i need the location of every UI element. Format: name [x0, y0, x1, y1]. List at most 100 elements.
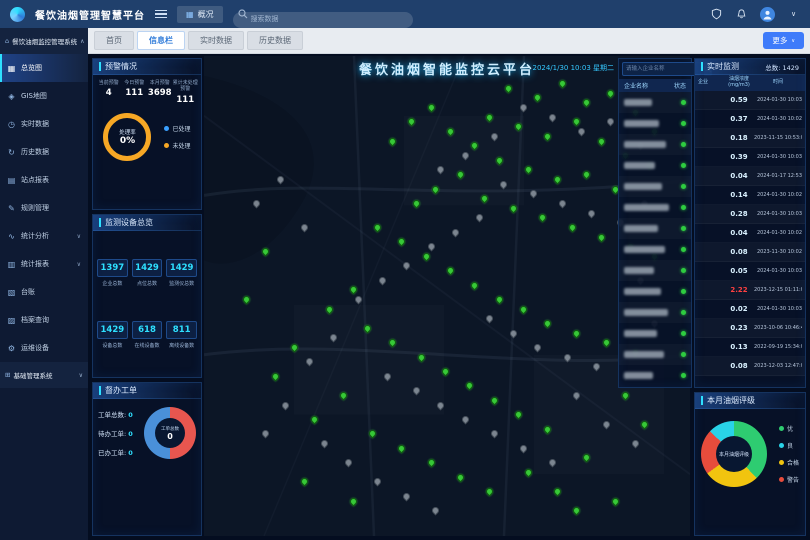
map-pin-online[interactable] — [606, 88, 616, 98]
map-pin-online[interactable] — [596, 232, 606, 242]
map-pin-online[interactable] — [523, 165, 533, 175]
map-pin-offline[interactable] — [557, 199, 567, 209]
map-pin-online[interactable] — [426, 458, 436, 468]
map-pin-offline[interactable] — [489, 131, 499, 141]
company-list-item[interactable] — [619, 260, 691, 281]
hamburger-menu-icon[interactable] — [155, 10, 167, 19]
map-pin-offline[interactable] — [251, 199, 261, 209]
map-pin-online[interactable] — [572, 506, 582, 516]
map-pin-online[interactable] — [543, 424, 553, 434]
realtime-row[interactable]: 0.142024-01-30 10:02 — [695, 186, 805, 205]
realtime-row[interactable]: 0.372024-01-30 10:02 — [695, 110, 805, 129]
map-pin-online[interactable] — [494, 155, 504, 165]
map-pin-offline[interactable] — [518, 443, 528, 453]
map-pin-offline[interactable] — [402, 261, 412, 271]
tab-信息栏[interactable]: 信息栏 — [137, 31, 185, 50]
realtime-row[interactable]: 0.282024-01-30 10:03 — [695, 205, 805, 224]
map-pin-online[interactable] — [446, 266, 456, 276]
sidebar-item-analysis[interactable]: ∿统计分析∨ — [0, 222, 88, 250]
sidebar-item-gis[interactable]: ◈GIS地图 — [0, 82, 88, 110]
map-pin-online[interactable] — [339, 391, 349, 401]
company-list-item[interactable] — [619, 218, 691, 239]
map-pin-online[interactable] — [470, 280, 480, 290]
map-pin-online[interactable] — [368, 429, 378, 439]
company-list-item[interactable] — [619, 134, 691, 155]
realtime-row[interactable]: 0.082023-12-03 12:47:03 — [695, 357, 805, 376]
map-pin-online[interactable] — [596, 136, 606, 146]
map-pin-online[interactable] — [611, 496, 621, 506]
map-pin-online[interactable] — [504, 83, 514, 93]
more-button[interactable]: 更多 ∨ — [763, 32, 804, 49]
map-pin-offline[interactable] — [509, 328, 519, 338]
map-pin-offline[interactable] — [436, 165, 446, 175]
realtime-row[interactable]: 0.132022-09-19 15:34:03 — [695, 338, 805, 357]
realtime-row[interactable]: 0.022024-01-30 10:03 — [695, 300, 805, 319]
map-pin-online[interactable] — [494, 295, 504, 305]
realtime-row[interactable]: 2.222023-12-15 01:11:00 — [695, 281, 805, 300]
map-pin-online[interactable] — [543, 131, 553, 141]
nav-chip-overview[interactable]: ▦ 概况 — [177, 6, 223, 23]
map-pin-online[interactable] — [567, 223, 577, 233]
map-pin-online[interactable] — [446, 127, 456, 137]
map-pin-online[interactable] — [441, 367, 451, 377]
company-search-input[interactable] — [622, 62, 701, 76]
realtime-row[interactable]: 0.232023-10-06 10:46:43 — [695, 319, 805, 338]
sidebar-item-overview[interactable]: ▦总览图 — [0, 54, 88, 82]
realtime-row[interactable]: 0.182023-11-15 10:53:08 — [695, 129, 805, 148]
map-pin-online[interactable] — [621, 391, 631, 401]
map-pin-online[interactable] — [480, 194, 490, 204]
map-pin-offline[interactable] — [499, 179, 509, 189]
map-pin-online[interactable] — [523, 467, 533, 477]
company-list-item[interactable] — [619, 302, 691, 323]
map-pin-offline[interactable] — [601, 419, 611, 429]
tab-实时数据[interactable]: 实时数据 — [188, 31, 244, 50]
map-pin-online[interactable] — [271, 371, 281, 381]
company-list-item[interactable] — [619, 365, 691, 386]
map-pin-online[interactable] — [509, 203, 519, 213]
map-pin-online[interactable] — [387, 136, 397, 146]
map-pin-online[interactable] — [397, 443, 407, 453]
sidebar-item-ledger[interactable]: ▧台账 — [0, 278, 88, 306]
map-pin-offline[interactable] — [378, 275, 388, 285]
sidebar-item-archive[interactable]: ▨档案查询 — [0, 306, 88, 334]
map-pin-offline[interactable] — [300, 223, 310, 233]
sidebar-item-site-report[interactable]: ▤站点报表 — [0, 166, 88, 194]
map-pin-offline[interactable] — [343, 458, 353, 468]
map-pin-online[interactable] — [601, 338, 611, 348]
map-pin-online[interactable] — [241, 295, 251, 305]
map-pin-offline[interactable] — [402, 491, 412, 501]
shield-icon[interactable] — [710, 8, 723, 21]
map-pin-online[interactable] — [552, 487, 562, 497]
map-pin-offline[interactable] — [489, 429, 499, 439]
map-pin-online[interactable] — [552, 175, 562, 185]
realtime-row[interactable]: 0.042024-01-17 12:53 — [695, 167, 805, 186]
sidebar-item-devices[interactable]: ⚙运维设备 — [0, 334, 88, 362]
map-pin-online[interactable] — [484, 112, 494, 122]
company-list-item[interactable] — [619, 239, 691, 260]
company-list-item[interactable] — [619, 113, 691, 134]
map-pin-offline[interactable] — [577, 127, 587, 137]
map-pin-offline[interactable] — [460, 151, 470, 161]
map-pin-online[interactable] — [455, 170, 465, 180]
map-pin-online[interactable] — [470, 141, 480, 151]
company-list-item[interactable] — [619, 323, 691, 344]
map-pin-online[interactable] — [421, 251, 431, 261]
map-pin-online[interactable] — [412, 199, 422, 209]
map-pin-offline[interactable] — [450, 227, 460, 237]
chevron-down-icon[interactable]: ∨ — [787, 8, 800, 21]
map-pin-online[interactable] — [514, 122, 524, 132]
map-pin-online[interactable] — [324, 304, 334, 314]
map-pin-offline[interactable] — [548, 458, 558, 468]
map-pin-offline[interactable] — [630, 439, 640, 449]
map-pin-online[interactable] — [538, 213, 548, 223]
realtime-row[interactable]: 0.052024-01-30 10:03 — [695, 262, 805, 281]
map-pin-offline[interactable] — [518, 103, 528, 113]
map-pin-offline[interactable] — [426, 242, 436, 252]
map-pin-online[interactable] — [557, 79, 567, 89]
map-pin-online[interactable] — [582, 98, 592, 108]
map-pin-online[interactable] — [514, 410, 524, 420]
map-pin-offline[interactable] — [373, 477, 383, 487]
company-list-item[interactable] — [619, 155, 691, 176]
company-list-item[interactable] — [619, 344, 691, 365]
sidebar-item-realtime[interactable]: ◷实时数据 — [0, 110, 88, 138]
